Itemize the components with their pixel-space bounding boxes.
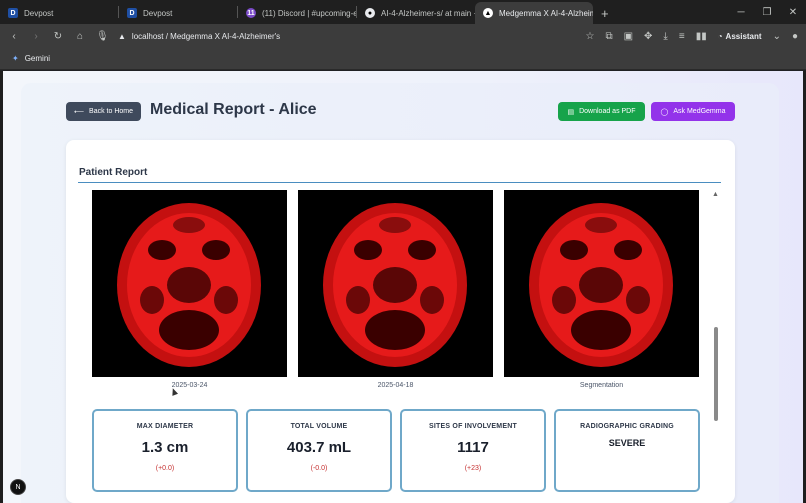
extensions-icon[interactable]: ✥: [644, 31, 652, 42]
stat-delta: (+0.0): [155, 465, 175, 472]
back-arrow-icon[interactable]: ‹: [8, 31, 20, 42]
stat-card-sites-of-involvement: SITES OF INVOLVEMENT 1117 (+23): [400, 409, 546, 492]
scan-image: [298, 190, 493, 377]
next-badge[interactable]: N: [10, 479, 26, 495]
back-to-home-button[interactable]: ⟵ Back to Home: [66, 102, 141, 121]
stat-label: SITES OF INVOLVEMENT: [429, 423, 517, 430]
scrollbar-thumb[interactable]: [714, 327, 718, 421]
ask-label: Ask MedGemma: [673, 108, 726, 115]
scroll-up-icon[interactable]: ▲: [712, 191, 719, 198]
url-text: localhost / Medgemma X AI-4-Alzheimer's: [131, 31, 281, 41]
tab-title: Devpost: [143, 8, 173, 18]
site-info-icon[interactable]: ▲: [118, 32, 126, 41]
section-divider: [78, 182, 721, 183]
browser-tab[interactable]: 11 (11) Discord | #upcoming-eve: [238, 2, 356, 24]
segmentation-label: Segmentation: [579, 382, 624, 389]
tab-title: (11) Discord | #upcoming-eve: [262, 8, 356, 18]
stat-value: 1117: [457, 439, 489, 456]
download-label: Download as PDF: [579, 108, 636, 115]
new-tab-button[interactable]: +: [593, 2, 617, 24]
browser-tab-active[interactable]: ▲ Medgemma X AI-4-Alzheimer ✕: [475, 2, 593, 24]
brain-scan-image: [298, 190, 493, 377]
back-label: Back to Home: [89, 108, 133, 115]
microphone-icon[interactable]: 🎙: [96, 31, 109, 42]
address-bar-row: ‹ › ↻ ⌂ 🎙 ▲ localhost / Medgemma X AI-4-…: [0, 24, 806, 48]
scan-date-label: 2025-03-24: [171, 382, 208, 389]
download-icon[interactable]: ⤓: [663, 31, 667, 42]
tab-title: AI-4-Alzheimer-s/ at main · M: [381, 8, 475, 18]
browser-tab[interactable]: D Devpost: [0, 2, 118, 24]
vercel-icon: ▲: [483, 8, 493, 18]
profile-avatar[interactable]: ●: [792, 31, 798, 42]
scan-date-label: 2025-04-18: [377, 382, 414, 389]
audio-icon[interactable]: ▮▮: [696, 31, 707, 42]
browser-tab[interactable]: D Devpost: [119, 2, 237, 24]
ask-medgemma-button[interactable]: ◯ Ask MedGemma: [651, 102, 735, 121]
close-window-icon[interactable]: ✕: [780, 0, 806, 24]
arrow-left-icon: ⟵: [73, 108, 85, 116]
screenshot-icon[interactable]: ▣: [624, 31, 633, 42]
brain-scan-image: [92, 190, 287, 377]
assistant-icon: ◔: [717, 31, 723, 41]
home-icon[interactable]: ⌂: [74, 31, 86, 42]
assistant-label: Assistant: [725, 31, 762, 41]
stat-label: MAX DIAMETER: [136, 423, 194, 430]
patient-report-card: Patient Report 2025-03-24 2025-04-18 Seg…: [66, 140, 735, 503]
share-icon[interactable]: ⧉: [605, 31, 612, 42]
reading-list-icon[interactable]: ≡: [679, 31, 685, 42]
toolbar-icons: ☆ ⧉ ▣ ✥ ⤓ ≡ ▮▮ ◔ Assistant ⌄ ●: [585, 31, 798, 42]
chevron-down-icon[interactable]: ⌄: [773, 31, 781, 42]
bookmark-star-icon[interactable]: ☆: [585, 31, 594, 42]
document-icon: ▤: [567, 108, 575, 116]
forward-arrow-icon[interactable]: ›: [30, 31, 42, 42]
github-icon: ●: [365, 8, 375, 18]
devpost-icon: D: [8, 8, 18, 18]
page-title: Medical Report - Alice: [150, 101, 317, 118]
bookmarks-bar: ✦ Gemini: [0, 48, 806, 70]
stat-value: 1.3 cm: [141, 439, 189, 456]
gemini-icon: ✦: [12, 54, 19, 63]
scan-image: [92, 190, 287, 377]
stat-delta: (+23): [464, 465, 482, 472]
download-pdf-button[interactable]: ▤ Download as PDF: [558, 102, 645, 121]
tab-title: Medgemma X AI-4-Alzheimer: [499, 8, 593, 18]
restore-icon[interactable]: ❐: [754, 0, 780, 24]
stat-card-radiographic-grading: RADIOGRAPHIC GRADING SEVERE: [554, 409, 700, 492]
discord-icon: 11: [246, 8, 256, 18]
devpost-icon: D: [127, 8, 137, 18]
scan-image: [504, 190, 699, 377]
bookmark-gemini[interactable]: Gemini: [25, 54, 50, 63]
stat-label: RADIOGRAPHIC GRADING: [580, 423, 674, 430]
stat-card-max-diameter: MAX DIAMETER 1.3 cm (+0.0): [92, 409, 238, 492]
section-title: Patient Report: [79, 167, 148, 178]
stat-value: 403.7 mL: [286, 439, 352, 456]
stat-value: SEVERE: [608, 438, 646, 448]
minimize-icon[interactable]: ─: [728, 0, 754, 24]
url-field[interactable]: ▲ localhost / Medgemma X AI-4-Alzheimer'…: [118, 27, 280, 45]
chat-icon: ◯: [660, 108, 669, 116]
tab-title: Devpost: [24, 8, 54, 18]
window-controls: ─ ❐ ✕: [728, 0, 806, 24]
stat-card-total-volume: TOTAL VOLUME 403.7 mL (-0.0): [246, 409, 392, 492]
browser-tab[interactable]: ● AI-4-Alzheimer-s/ at main · M: [357, 2, 475, 24]
stat-label: TOTAL VOLUME: [290, 423, 348, 430]
tab-strip: D Devpost D Devpost 11 (11) Discord | #u…: [0, 0, 806, 24]
reload-icon[interactable]: ↻: [52, 31, 64, 42]
assistant-button[interactable]: ◔ Assistant: [718, 32, 762, 41]
segmentation-image: [504, 190, 699, 377]
stat-delta: (-0.0): [310, 465, 328, 472]
